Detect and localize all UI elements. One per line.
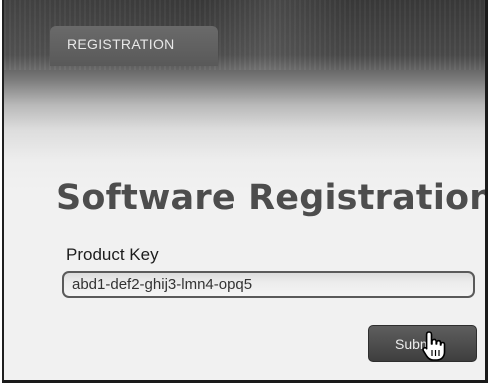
tab-registration[interactable]: REGISTRATION bbox=[50, 26, 218, 66]
product-key-input[interactable] bbox=[62, 271, 475, 298]
product-key-label: Product Key bbox=[66, 245, 159, 264]
page-title: Software Registration bbox=[56, 178, 488, 218]
tab-registration-label: REGISTRATION bbox=[67, 36, 175, 52]
registration-window: REGISTRATION Software Registration Produ… bbox=[2, 0, 488, 383]
submit-button[interactable]: Submit bbox=[368, 325, 477, 362]
